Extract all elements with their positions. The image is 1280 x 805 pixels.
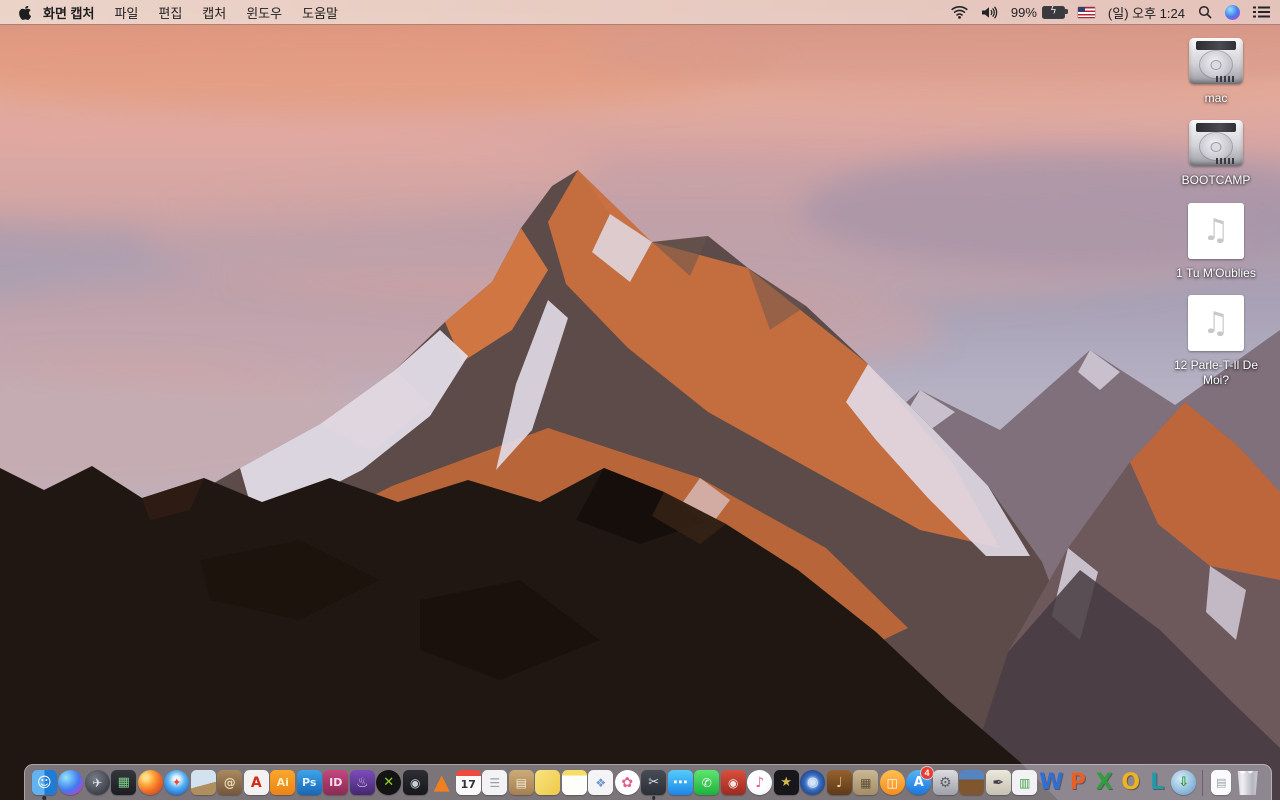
desktop-icon-label: mac [1204,91,1228,105]
preview-dock-icon[interactable] [190,766,217,800]
menu-item-3[interactable]: 윈도우 [246,6,282,21]
desktop-icon-bootcamp-volume[interactable]: BOOTCAMP [1181,120,1251,188]
notes-dock-icon[interactable] [561,766,588,800]
excel-dock-icon[interactable]: X [1091,766,1118,800]
wifi-icon[interactable] [951,5,968,19]
garageband-dock-icon[interactable]: ♩ [826,766,853,800]
numbers-dock-icon[interactable]: ▥ [1012,766,1039,800]
desktop-icon-label: BOOTCAMP [1181,173,1251,188]
imovie-dock-icon[interactable]: ★ [773,766,800,800]
illustrator-dock-icon[interactable]: Ai [270,766,297,800]
siri-menu-icon[interactable] [1225,4,1240,20]
desktop-icon-label: 12 Parle-T-Il De Moi? [1173,358,1259,387]
divx-dock-icon[interactable]: ✕ [376,766,403,800]
finder-dock-icon[interactable]: ☺ [31,766,58,800]
desktop-icon-mac-volume[interactable]: mac [1189,38,1243,105]
messages-dock-icon[interactable]: ⋯ [667,766,694,800]
desktop-icon-column: mac BOOTCAMP ♫ 1 Tu M'Oublies ♫ 12 Parle-T-Il… [1160,38,1272,402]
pages-dock-icon[interactable]: ✒ [985,766,1012,800]
menu-clock[interactable]: (일) 오후 1:24 [1108,3,1185,22]
photos-dock-icon[interactable]: ✿ [614,766,641,800]
desktop-wallpaper [0,0,1280,800]
indesign-dock-icon[interactable]: ID [323,766,350,800]
battery-percent: 99% [1010,4,1037,20]
safari-dock-icon[interactable]: ✦ [164,766,191,800]
menu-item-0[interactable]: 파일 [114,6,138,21]
music-note-icon: ♫ [1202,213,1230,249]
mission-control-dock-icon[interactable]: ▦ [111,766,138,800]
dvd-player-dock-icon[interactable]: ◎ [800,766,827,800]
contacts-dock-icon[interactable]: @ [217,766,244,800]
notification-center-icon[interactable] [1253,6,1270,18]
photoshop-dock-icon[interactable]: Ps [296,766,323,800]
running-indicator [652,796,656,800]
battery-charging-icon: ϟ [1041,5,1068,19]
system-preferences-dock-icon[interactable]: ⚙ [932,766,959,800]
hard-drive-icon [1188,120,1243,167]
downloader-dock-icon[interactable]: ⇩ [1171,766,1198,800]
firefox-dock-icon[interactable] [137,766,164,800]
grab-dock-icon[interactable]: ✂ [641,766,668,800]
vlc-dock-icon[interactable]: ▲ [429,766,456,800]
menu-item-4[interactable]: 도움말 [302,6,338,21]
desktop-icon-music-file-2[interactable]: ♫ 12 Parle-T-Il De Moi? [1163,295,1269,387]
input-source-flag-icon[interactable] [1077,6,1095,18]
volume-icon[interactable] [981,6,998,19]
siri-dock-icon[interactable] [58,766,85,800]
music-file-icon: ♫ [1187,202,1244,259]
unarchiver-dock-icon[interactable]: ▤ [508,766,535,800]
facetime-dock-icon[interactable]: ✆ [694,766,721,800]
powerpoint-dock-icon[interactable]: P [1065,766,1092,800]
battery-status[interactable]: 99% ϟ [1010,4,1068,20]
itunes-dock-icon[interactable]: ♪ [747,766,774,800]
outlook-dock-icon[interactable]: O [1118,766,1145,800]
documents-app-dock-icon[interactable]: ❖ [588,766,615,800]
dock: ☺ ✈ ▦ ✦ @ A Ai Ps ID ♨ ✕ ◉ ▲ 17 ☰ ▤ ❖ ✿ ✂ ⋯ ✆ ◉ ♪ ★ ◎ ♩ ▦ ◫ A 4 ⚙ ✒ ▥ W P X… [24,764,1272,800]
music-note-icon: ♫ [1202,305,1230,341]
menu-item-1[interactable]: 편집 [158,6,182,21]
dock-document-dock-icon[interactable]: ▤ [1208,766,1235,800]
menu-status-area: 99% ϟ (일) 오후 1:24 [951,3,1270,22]
reminders-dock-icon[interactable]: ☰ [482,766,509,800]
toast-dock-icon[interactable]: ♨ [349,766,376,800]
trash-dock-icon[interactable] [1235,766,1262,800]
word-dock-icon[interactable]: W [1038,766,1065,800]
lync-dock-icon[interactable]: L [1144,766,1171,800]
menu-left: 화면 캡처 파일 편집 캡처 윈도우 도움말 [10,3,358,22]
stickies-dock-icon[interactable] [535,766,562,800]
app-menus: 파일 편집 캡처 윈도우 도움말 [114,3,358,22]
app-store-dock-icon[interactable]: A4 [906,766,933,800]
acrobat-dock-icon[interactable]: A [243,766,270,800]
pinboard-dock-icon[interactable]: ▦ [853,766,880,800]
menu-item-2[interactable]: 캡처 [202,6,226,21]
running-indicator [42,796,46,800]
hard-drive-icon [1189,38,1243,84]
photo-booth-dock-icon[interactable]: ◉ [720,766,747,800]
calendar-dock-icon[interactable]: 17 [455,766,482,800]
spotlight-icon[interactable] [1198,5,1212,19]
apple-logo-icon [19,5,31,20]
active-app-menu[interactable]: 화면 캡처 [43,3,94,22]
keynote-dock-icon[interactable] [959,766,986,800]
disk-app-dock-icon[interactable]: ◉ [402,766,429,800]
launchpad-dock-icon[interactable]: ✈ [84,766,111,800]
music-file-icon: ♫ [1188,295,1244,352]
dock-divider [1202,769,1203,796]
desktop-icon-music-file-1[interactable]: ♫ 1 Tu M'Oublies [1176,202,1256,280]
apple-menu[interactable] [18,5,31,20]
desktop-icon-label: 1 Tu M'Oublies [1176,265,1256,280]
ibooks-dock-icon[interactable]: ◫ [879,766,906,800]
menu-bar: 화면 캡처 파일 편집 캡처 윈도우 도움말 99% ϟ (일) 오후 1:24 [0,0,1280,24]
